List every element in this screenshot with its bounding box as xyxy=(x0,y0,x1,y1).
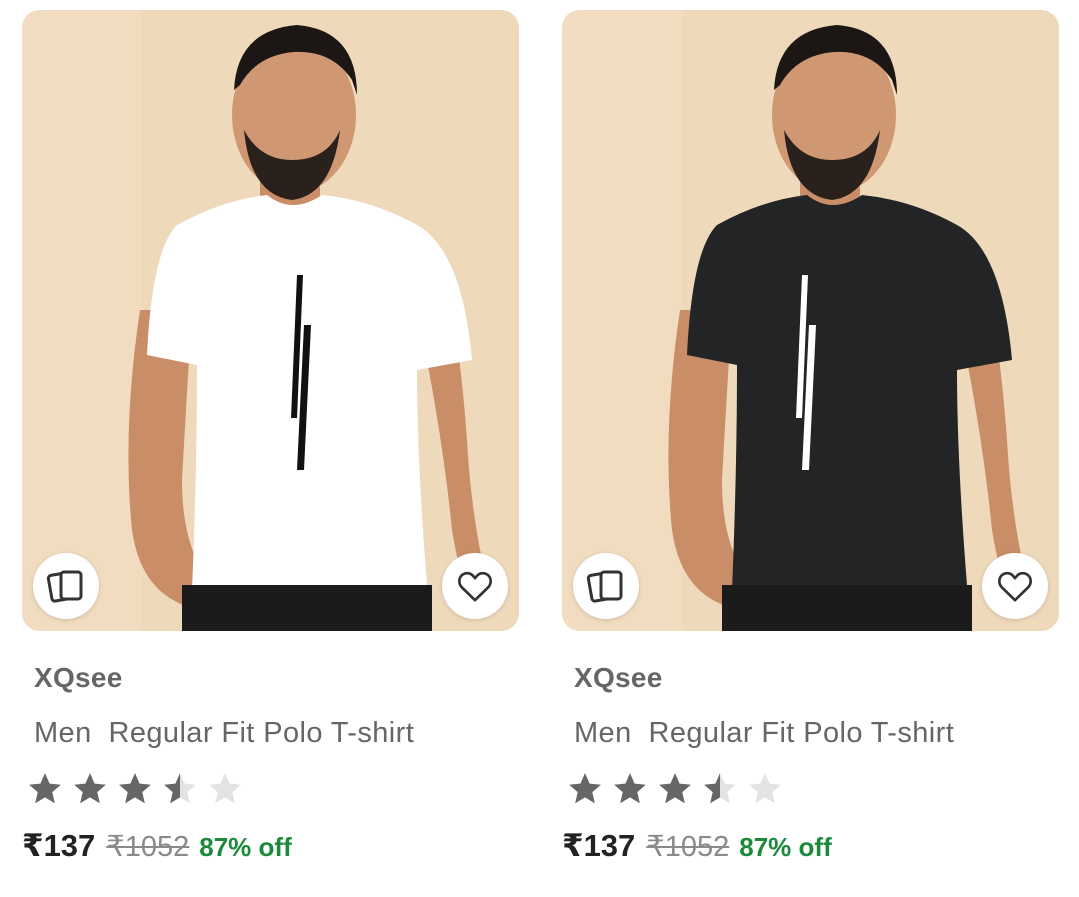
selling-price: ₹137 xyxy=(22,828,96,863)
discount-label: 87% off xyxy=(739,832,832,862)
view-similar-button[interactable] xyxy=(573,553,639,619)
heart-outline-icon xyxy=(998,571,1032,602)
star-filled-icon xyxy=(659,773,691,804)
model-photo xyxy=(22,10,519,631)
star-half-icon xyxy=(164,773,196,804)
view-similar-button[interactable] xyxy=(33,553,99,619)
selling-price: ₹137 xyxy=(562,828,636,863)
star-filled-icon xyxy=(569,773,601,804)
star-filled-icon xyxy=(29,773,61,804)
cards-stack-icon xyxy=(46,570,83,603)
star-rating xyxy=(566,770,784,808)
star-empty-icon xyxy=(209,773,241,804)
star-rating xyxy=(26,770,244,808)
original-price: ₹1052 xyxy=(646,831,730,863)
product-title: Men Regular Fit Polo T-shirt xyxy=(34,717,415,749)
star-empty-icon xyxy=(749,773,781,804)
brand-name: XQsee xyxy=(34,662,123,693)
original-price: ₹1052 xyxy=(106,831,190,863)
star-filled-icon xyxy=(614,773,646,804)
product-title: Men Regular Fit Polo T-shirt xyxy=(574,717,955,749)
model-photo xyxy=(562,10,1059,631)
product-image[interactable] xyxy=(22,10,519,631)
star-half-icon xyxy=(704,773,736,804)
product-card[interactable]: XQsee Men Regular Fit Polo T-shirt ₹137 … xyxy=(562,10,1059,870)
heart-outline-icon xyxy=(458,571,492,602)
cards-stack-icon xyxy=(586,570,623,603)
wishlist-button[interactable] xyxy=(442,553,508,619)
brand-name: XQsee xyxy=(574,662,663,693)
star-filled-icon xyxy=(74,773,106,804)
discount-label: 87% off xyxy=(199,832,292,862)
product-image[interactable] xyxy=(562,10,1059,631)
price-row: ₹137 ₹1052 87% off xyxy=(22,828,292,864)
wishlist-button[interactable] xyxy=(982,553,1048,619)
price-row: ₹137 ₹1052 87% off xyxy=(562,828,832,864)
star-filled-icon xyxy=(119,773,151,804)
product-card[interactable]: XQsee Men Regular Fit Polo T-shirt ₹137 … xyxy=(22,10,519,870)
